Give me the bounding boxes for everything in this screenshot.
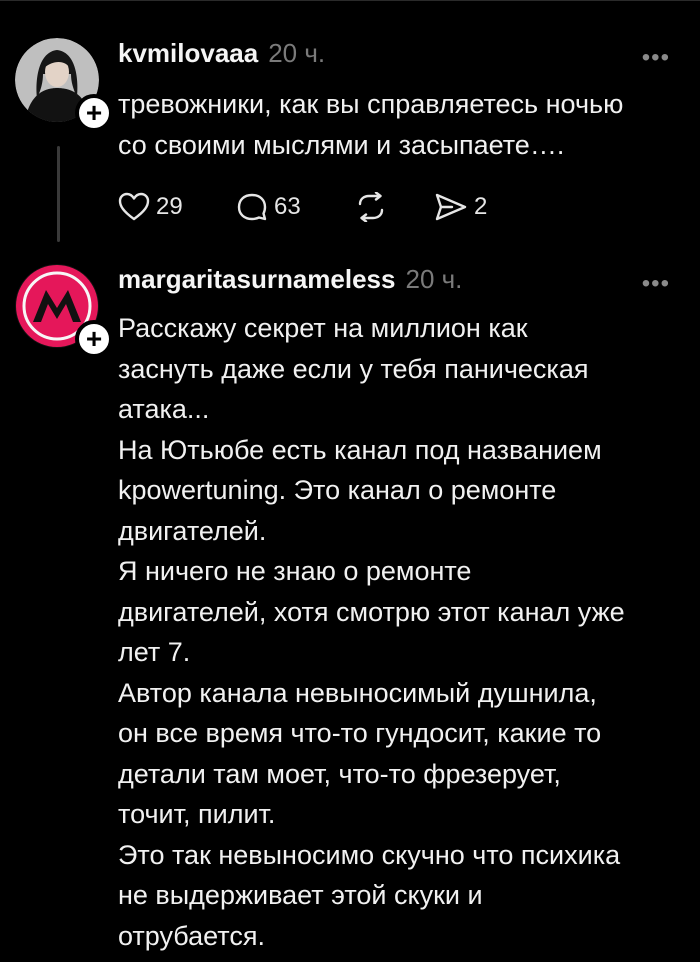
- timestamp[interactable]: 20 ч.: [405, 264, 462, 295]
- comment-button[interactable]: 63: [236, 192, 354, 222]
- comment-count: 63: [274, 193, 301, 220]
- follow-plus-icon[interactable]: +: [75, 94, 113, 132]
- more-options-icon[interactable]: •••: [642, 270, 670, 298]
- post-actions: 29 63 2: [118, 192, 487, 222]
- follow-plus-icon[interactable]: +: [75, 320, 113, 358]
- heart-icon: [118, 192, 150, 221]
- like-button[interactable]: 29: [118, 192, 236, 222]
- repost-button[interactable]: [354, 192, 434, 222]
- thread-line: [57, 146, 60, 242]
- post-text: Расскажу секрет на миллион как заснуть д…: [118, 313, 625, 951]
- post-2-avatar-wrap[interactable]: +: [15, 264, 113, 358]
- username[interactable]: kvmilovaaa: [118, 38, 258, 69]
- post-1-avatar-wrap[interactable]: +: [15, 38, 113, 132]
- post-text: тревожники, как вы справляетесь ночью со…: [118, 89, 624, 160]
- post-header: margaritasurnameless 20 ч.: [118, 264, 462, 295]
- share-count: 2: [474, 193, 488, 220]
- top-divider: [0, 0, 700, 1]
- timestamp[interactable]: 20 ч.: [268, 38, 325, 69]
- comment-icon: [237, 193, 267, 221]
- more-options-icon[interactable]: •••: [642, 44, 670, 72]
- repost-icon: [358, 192, 384, 222]
- share-button[interactable]: 2: [434, 192, 487, 222]
- username[interactable]: margaritasurnameless: [118, 264, 395, 295]
- post-header: kvmilovaaa 20 ч.: [118, 38, 325, 69]
- send-icon: [435, 193, 467, 221]
- like-count: 29: [156, 193, 183, 220]
